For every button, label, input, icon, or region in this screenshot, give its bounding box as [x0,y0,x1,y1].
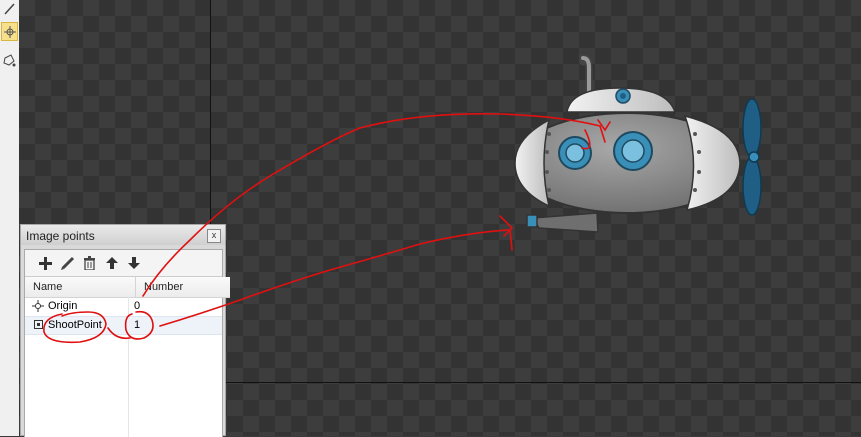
panel-title: Image points [26,229,95,243]
panel-title-bar[interactable]: Image points x [21,225,225,245]
square-point-icon [34,320,43,329]
image-points-panel: Image points x Name Number Origin 0 Shoo… [20,224,230,437]
move-down-icon [127,257,140,269]
list-item-shootpoint[interactable]: ShootPoint 1 [25,316,222,335]
pencil-tool-button[interactable] [1,0,17,18]
panel-body: Name Number Origin 0 ShootPoint 1 [24,249,230,437]
add-point-button[interactable] [37,255,54,272]
submarine-sprite [514,54,762,233]
edit-icon [60,256,74,270]
point-number: 0 [134,300,141,312]
points-toolbar [37,253,142,273]
delete-icon [84,256,95,270]
point-name: Origin [48,300,78,312]
add-icon [39,256,52,270]
delete-point-button[interactable] [81,255,98,272]
move-up-icon [105,257,118,269]
polygon-tool-icon [3,54,16,67]
point-number: 1 [134,319,141,331]
list-item-origin[interactable]: Origin 0 [25,298,222,315]
close-button[interactable]: x [207,229,221,243]
point-name: ShootPoint [48,319,102,331]
move-up-button[interactable] [103,255,120,272]
edit-point-button[interactable] [59,255,76,272]
point-tool-button[interactable] [1,22,18,41]
column-header-name[interactable]: Name [25,277,136,298]
polygon-tool-button[interactable] [1,51,17,69]
move-down-button[interactable] [125,255,142,272]
crosshair-icon [32,300,44,312]
point-tool-icon [3,25,16,38]
points-list: Name Number Origin 0 ShootPoint 1 [25,276,230,437]
pencil-icon [4,3,15,15]
canvas-guide-horizontal [210,382,861,383]
tool-strip [0,0,20,436]
column-header-number[interactable]: Number [136,277,230,298]
